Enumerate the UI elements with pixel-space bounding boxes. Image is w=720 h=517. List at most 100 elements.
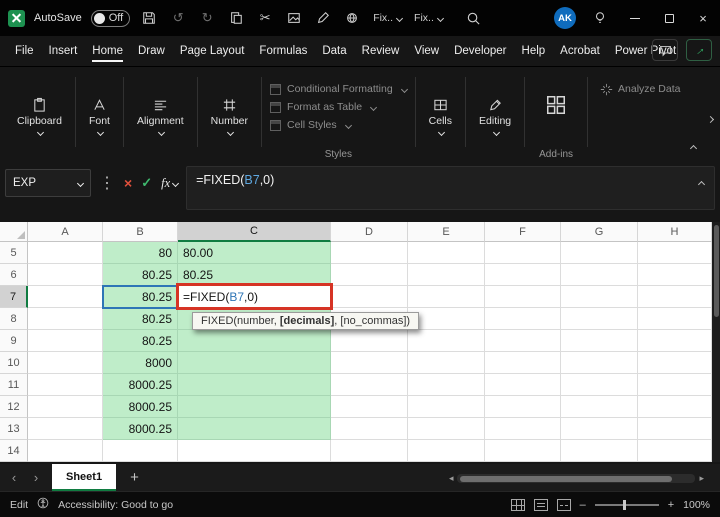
menu-tab-page-layout[interactable]: Page Layout bbox=[173, 40, 252, 62]
cell-E5[interactable] bbox=[408, 242, 485, 264]
formula-input[interactable]: =FIXED(B7,0) bbox=[186, 166, 715, 210]
redo-icon[interactable]: ↻ bbox=[197, 7, 217, 29]
zoom-slider-thumb[interactable] bbox=[622, 499, 626, 510]
cancel-formula-button[interactable]: × bbox=[124, 175, 132, 191]
row-header-10[interactable]: 10 bbox=[0, 352, 28, 374]
quickaccess-fix-dropdown[interactable]: Fix.. bbox=[412, 12, 445, 24]
cell-A12[interactable] bbox=[28, 396, 103, 418]
avatar[interactable]: AK bbox=[554, 7, 576, 29]
styles-item-conditional-formatting[interactable]: Conditional Formatting bbox=[270, 83, 408, 95]
cell-H5[interactable] bbox=[638, 242, 712, 264]
cell-D14[interactable] bbox=[331, 440, 408, 462]
cell-C5[interactable]: 80.00 bbox=[178, 242, 331, 264]
cell-F5[interactable] bbox=[485, 242, 561, 264]
cut-icon[interactable]: ✂ bbox=[255, 7, 275, 29]
comments-button[interactable] bbox=[652, 39, 678, 61]
cell-E8[interactable] bbox=[408, 308, 485, 330]
menu-tab-data[interactable]: Data bbox=[315, 40, 353, 62]
menu-tab-developer[interactable]: Developer bbox=[447, 40, 513, 62]
cell-G10[interactable] bbox=[561, 352, 638, 374]
cell-H8[interactable] bbox=[638, 308, 712, 330]
menu-tab-file[interactable]: File bbox=[8, 40, 41, 62]
menu-tab-acrobat[interactable]: Acrobat bbox=[553, 40, 607, 62]
ribbon-group-alignment[interactable]: Alignment bbox=[128, 69, 193, 163]
menu-tab-review[interactable]: Review bbox=[355, 40, 407, 62]
cell-E6[interactable] bbox=[408, 264, 485, 286]
cell-H10[interactable] bbox=[638, 352, 712, 374]
quickaccess-fix-dropdown[interactable]: Fix.. bbox=[371, 12, 404, 24]
ribbon-group-clipboard[interactable]: Clipboard bbox=[8, 69, 71, 163]
pen-icon[interactable] bbox=[313, 7, 333, 29]
cell-B13[interactable]: 8000.25 bbox=[103, 418, 178, 440]
accessibility-icon[interactable] bbox=[37, 497, 49, 512]
share-button[interactable]: → bbox=[686, 39, 712, 61]
cell-E9[interactable] bbox=[408, 330, 485, 352]
insert-function-button[interactable]: fx bbox=[161, 176, 180, 191]
cell-C13[interactable] bbox=[178, 418, 331, 440]
page-layout-view-button[interactable] bbox=[533, 498, 548, 511]
cell-E12[interactable] bbox=[408, 396, 485, 418]
row-header-13[interactable]: 13 bbox=[0, 418, 28, 440]
cell-D5[interactable] bbox=[331, 242, 408, 264]
cell-G8[interactable] bbox=[561, 308, 638, 330]
cell-C10[interactable] bbox=[178, 352, 331, 374]
row-header-8[interactable]: 8 bbox=[0, 308, 28, 330]
lightbulb-icon[interactable] bbox=[590, 7, 610, 29]
cell-A6[interactable] bbox=[28, 264, 103, 286]
sheet-nav-right-icon[interactable]: › bbox=[30, 470, 42, 485]
sheet-nav-left-icon[interactable]: ‹ bbox=[8, 470, 20, 485]
vertical-scrollbar[interactable] bbox=[712, 222, 720, 462]
scroll-right-icon[interactable]: ▸ bbox=[699, 473, 704, 484]
cell-F12[interactable] bbox=[485, 396, 561, 418]
menu-tab-help[interactable]: Help bbox=[515, 40, 553, 62]
cell-B11[interactable]: 8000.25 bbox=[103, 374, 178, 396]
cells-button[interactable]: Cells bbox=[420, 69, 461, 163]
cell-H14[interactable] bbox=[638, 440, 712, 462]
ribbon-more-button[interactable] bbox=[705, 109, 715, 127]
cell-F8[interactable] bbox=[485, 308, 561, 330]
horizontal-scrollbar[interactable]: ◂ ▸ bbox=[449, 473, 704, 484]
cell-D6[interactable] bbox=[331, 264, 408, 286]
styles-item-format-as-table[interactable]: Format as Table bbox=[270, 101, 407, 113]
cell-E11[interactable] bbox=[408, 374, 485, 396]
undo-icon[interactable]: ↺ bbox=[168, 7, 188, 29]
cell-B5[interactable]: 80 bbox=[103, 242, 178, 264]
cell-G11[interactable] bbox=[561, 374, 638, 396]
row-header-7[interactable]: 7 bbox=[0, 286, 28, 308]
cell-H13[interactable] bbox=[638, 418, 712, 440]
styles-item-cell-styles[interactable]: Cell Styles bbox=[270, 119, 407, 131]
cell-B12[interactable]: 8000.25 bbox=[103, 396, 178, 418]
zoom-in-button[interactable]: + bbox=[668, 499, 674, 511]
cell-C7[interactable]: =FIXED(B7,0) bbox=[178, 286, 331, 308]
cell-F6[interactable] bbox=[485, 264, 561, 286]
column-header-E[interactable]: E bbox=[408, 222, 485, 242]
zoom-level[interactable]: 100% bbox=[683, 499, 710, 511]
row-header-14[interactable]: 14 bbox=[0, 440, 28, 462]
column-header-G[interactable]: G bbox=[561, 222, 638, 242]
cell-E7[interactable] bbox=[408, 286, 485, 308]
cell-D11[interactable] bbox=[331, 374, 408, 396]
cell-E13[interactable] bbox=[408, 418, 485, 440]
addins-group-footer[interactable]: Add-ins bbox=[539, 145, 573, 163]
column-header-B[interactable]: B bbox=[103, 222, 178, 242]
ribbon-group-font[interactable]: Font bbox=[80, 69, 119, 163]
row-header-9[interactable]: 9 bbox=[0, 330, 28, 352]
cell-C9[interactable] bbox=[178, 330, 331, 352]
page-break-view-button[interactable] bbox=[556, 498, 571, 511]
menu-tab-draw[interactable]: Draw bbox=[131, 40, 172, 62]
cell-E10[interactable] bbox=[408, 352, 485, 374]
close-button[interactable]: × bbox=[686, 0, 720, 36]
cell-A13[interactable] bbox=[28, 418, 103, 440]
cell-G6[interactable] bbox=[561, 264, 638, 286]
cell-D9[interactable] bbox=[331, 330, 408, 352]
cell-B6[interactable]: 80.25 bbox=[103, 264, 178, 286]
cell-H7[interactable] bbox=[638, 286, 712, 308]
zoom-out-button[interactable]: – bbox=[580, 499, 586, 511]
cell-D7[interactable] bbox=[331, 286, 408, 308]
column-header-A[interactable]: A bbox=[28, 222, 103, 242]
autosave-toggle[interactable]: Off bbox=[90, 9, 131, 27]
cell-G13[interactable] bbox=[561, 418, 638, 440]
name-box[interactable]: EXP bbox=[5, 169, 91, 197]
menu-tab-insert[interactable]: Insert bbox=[42, 40, 85, 62]
cell-H12[interactable] bbox=[638, 396, 712, 418]
